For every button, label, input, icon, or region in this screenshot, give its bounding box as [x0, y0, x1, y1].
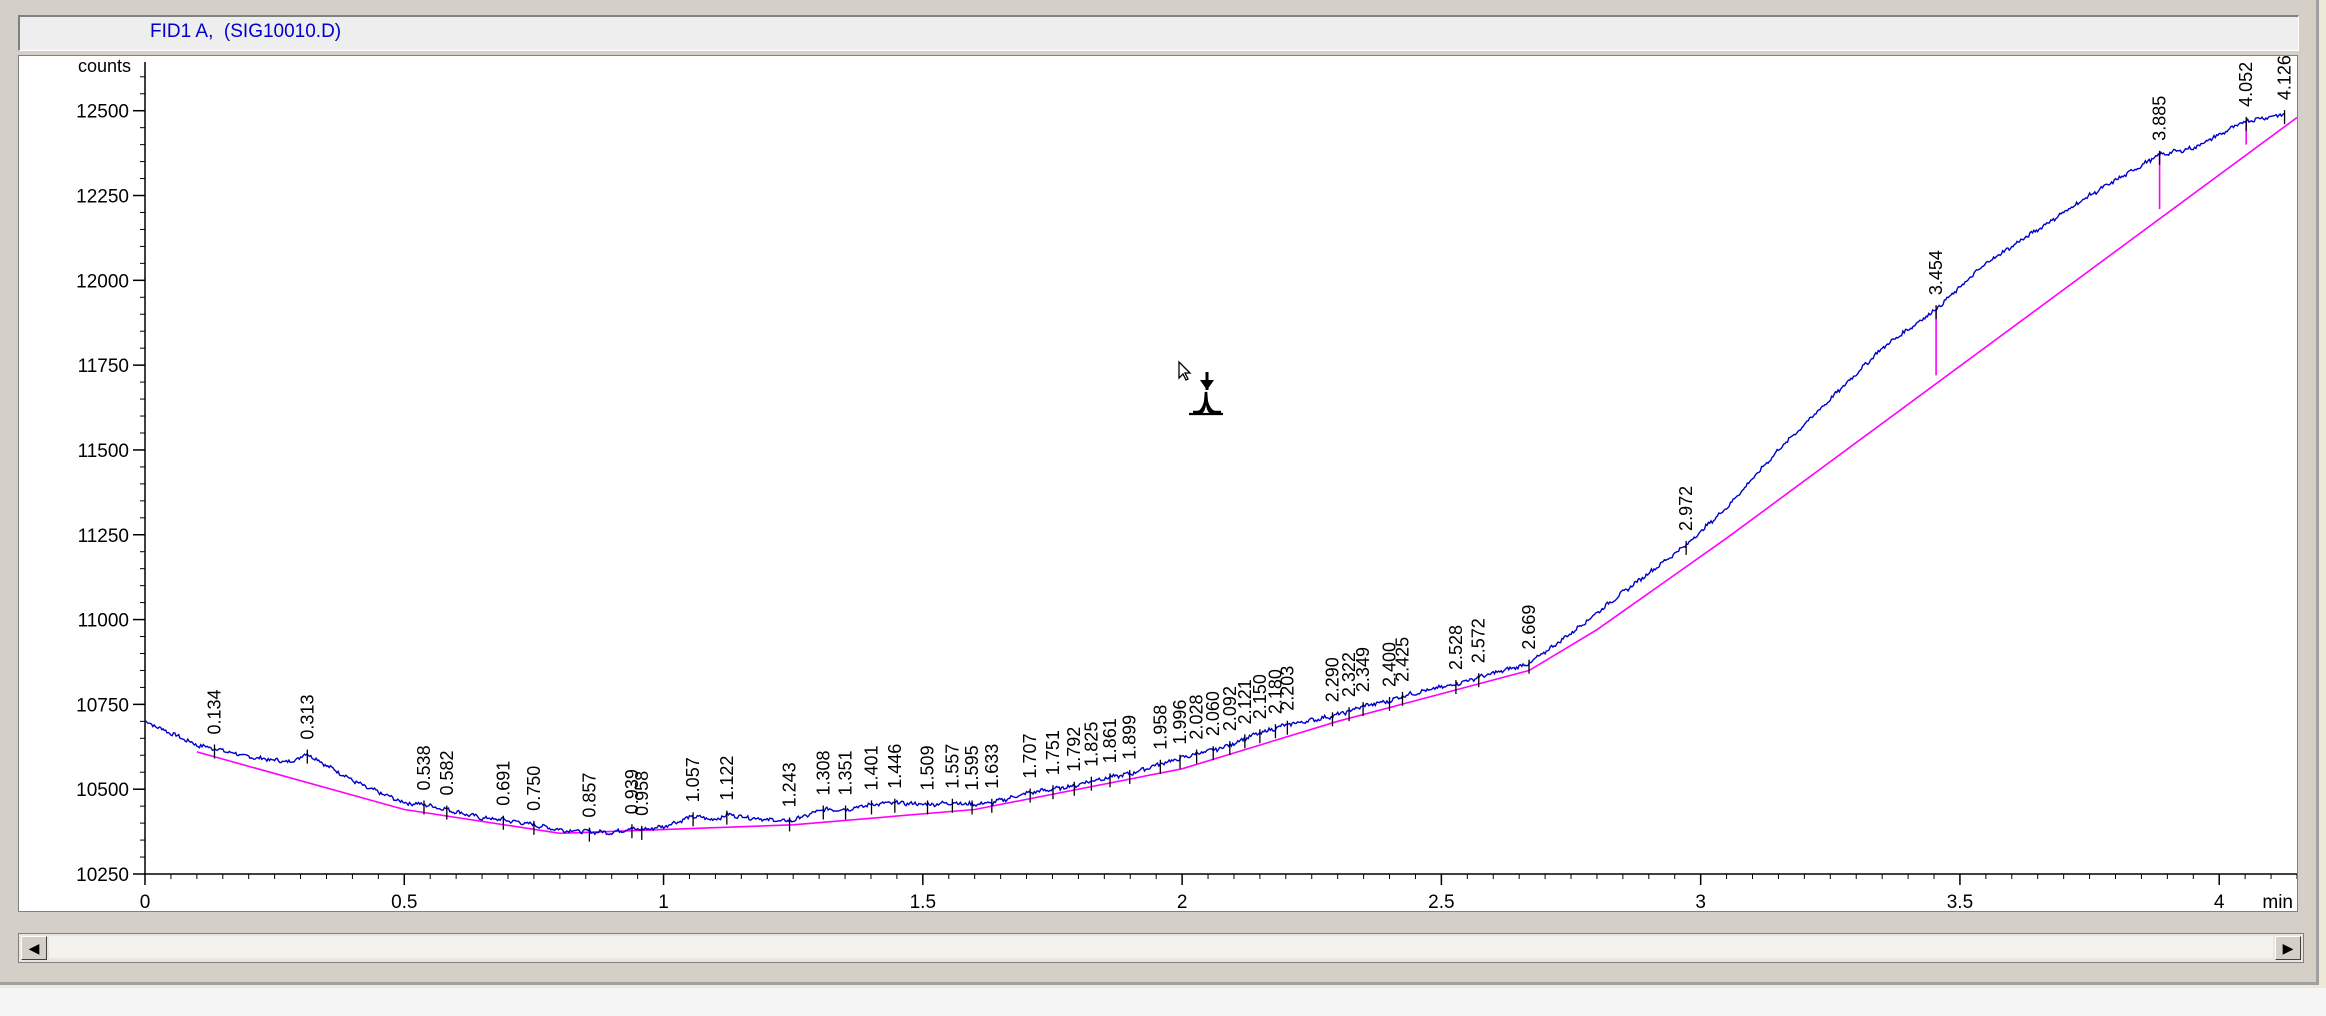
- x-tick-label: 2.5: [1428, 892, 1454, 911]
- peak-label: 1.401: [861, 745, 881, 790]
- y-tick-label: 12500: [76, 102, 129, 123]
- peak-label: 1.825: [1081, 722, 1101, 767]
- y-tick-label: 11250: [78, 526, 129, 547]
- peak-label: 1.707: [1020, 734, 1040, 779]
- peak-label: 0.750: [524, 766, 544, 811]
- peak-label: 2.425: [1392, 637, 1412, 682]
- x-tick-label: 0.5: [391, 892, 417, 911]
- x-tick-label: 3: [1695, 892, 1706, 911]
- peak-label: 1.633: [982, 744, 1002, 789]
- peak-label: 2.528: [1446, 625, 1466, 670]
- chromatogram-chart[interactable]: 10250 10500 10750 11000 11250 11500 11750 12000…: [19, 56, 2297, 911]
- x-tick-label: 1: [658, 892, 669, 911]
- plot-area[interactable]: 10250 10500 10750 11000 11250 11500 11750 12000…: [18, 55, 2298, 912]
- y-tick-label: 11500: [78, 441, 129, 462]
- peak-label: 2.572: [1469, 618, 1489, 663]
- integration-tool-icon: [1178, 360, 1223, 416]
- peak-label: 1.351: [836, 750, 856, 795]
- y-axis-label: counts: [78, 56, 131, 76]
- x-tick-label: 3.5: [1947, 892, 1973, 911]
- peak-label: 1.861: [1100, 718, 1120, 763]
- peak-label: 1.557: [942, 744, 962, 789]
- peak-label: 0.538: [414, 745, 434, 790]
- y-tick-label: 12000: [76, 271, 129, 292]
- scroll-left-icon[interactable]: ◀: [21, 936, 47, 960]
- y-tick-label: 10250: [76, 865, 129, 886]
- y-tick-label: 11000: [78, 611, 129, 632]
- peak-label: 2.669: [1519, 605, 1539, 650]
- scroll-right-icon[interactable]: ▶: [2275, 936, 2301, 960]
- peak-label: 1.308: [813, 750, 833, 795]
- peak-label: 4.052: [2236, 62, 2256, 107]
- peak-label: 0.582: [437, 750, 457, 795]
- y-tick-label: 11750: [78, 356, 129, 377]
- peak-label: 1.243: [780, 762, 800, 807]
- peak-label: 1.958: [1150, 705, 1170, 750]
- peak-label: 4.126: [2275, 56, 2295, 100]
- peak-label: 1.509: [917, 745, 937, 790]
- peak-label: 1.057: [683, 757, 703, 802]
- peak-label: 0.313: [297, 695, 317, 740]
- peak-label: 1.899: [1120, 715, 1140, 760]
- peak-label: 0.958: [632, 771, 652, 816]
- y-tick-label: 10500: [76, 780, 129, 801]
- signal-title-bar: FID1 A, (SIG10010.D): [18, 15, 2299, 51]
- peak-label: 2.349: [1353, 647, 1373, 692]
- peak-label: 1.122: [717, 756, 737, 801]
- scrollbar-track[interactable]: [49, 936, 2273, 958]
- baseline-line: [196, 116, 2297, 835]
- peak-label: 0.691: [493, 761, 513, 806]
- x-tick-label: 1.5: [910, 892, 936, 911]
- peak-label: 1.446: [885, 744, 905, 789]
- peak-label: 1.751: [1043, 730, 1063, 775]
- peak-label: 0.134: [204, 689, 224, 734]
- signal-title: FID1 A, (SIG10010.D): [150, 21, 342, 42]
- y-tick-label: 12250: [76, 187, 129, 208]
- peak-label: 2.972: [1676, 486, 1696, 531]
- peak-label: 3.885: [2150, 96, 2170, 141]
- x-tick-label: 4: [2214, 892, 2225, 911]
- pointer-cursor-icon: [1178, 360, 1192, 381]
- x-axis-label: min: [2262, 892, 2293, 911]
- peak-label: 3.454: [1926, 250, 1946, 295]
- y-tick-label: 10750: [76, 695, 129, 716]
- status-strip: [0, 988, 2326, 1016]
- chromatogram-window: FID1 A, (SIG10010.D) 10250 10500 10750 1100…: [0, 0, 2319, 985]
- peak-label: 2.203: [1277, 666, 1297, 711]
- horizontal-scrollbar[interactable]: ◀ ▶: [18, 933, 2304, 963]
- x-tick-label: 0: [140, 892, 151, 911]
- peak-label: 0.857: [579, 773, 599, 818]
- peak-label: 1.595: [962, 745, 982, 790]
- x-tick-label: 2: [1177, 892, 1188, 911]
